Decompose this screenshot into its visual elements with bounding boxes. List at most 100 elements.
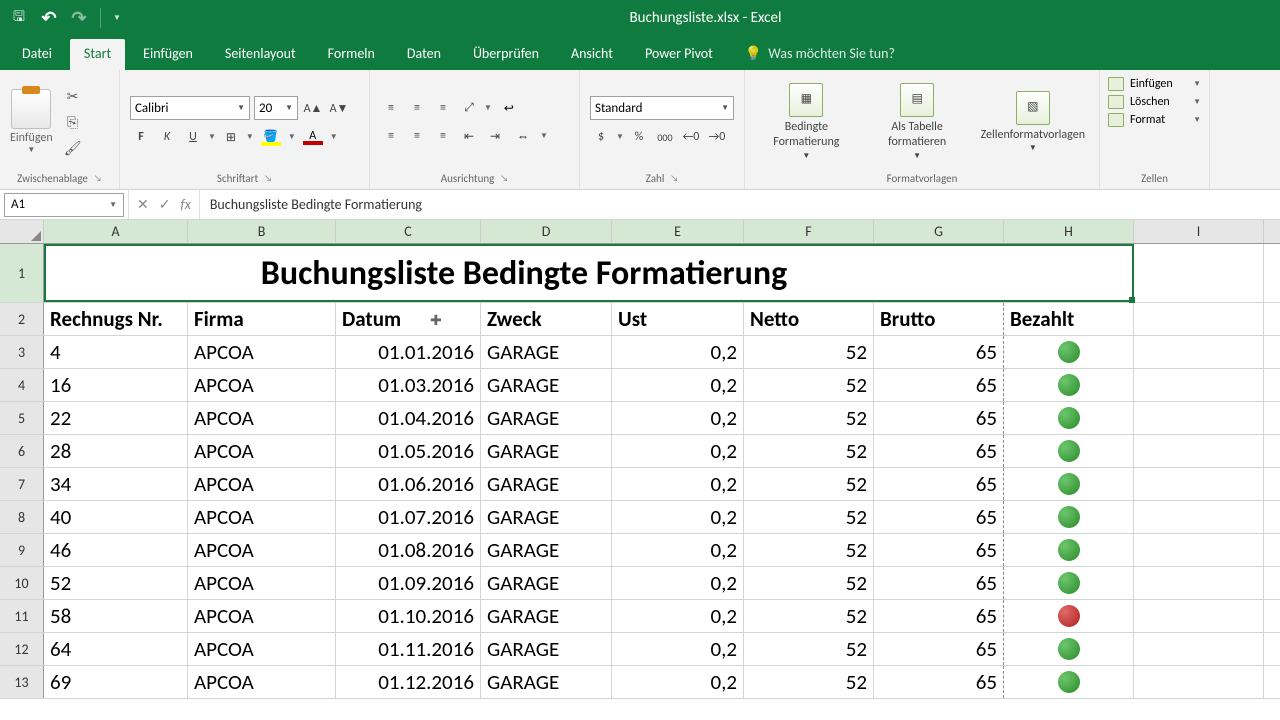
qat-dropdown-icon[interactable]: ▼: [113, 13, 121, 23]
tab-data[interactable]: Daten: [393, 39, 455, 70]
header-brutto[interactable]: Brutto: [874, 303, 1004, 335]
row-header-6[interactable]: 6: [0, 435, 44, 467]
cell-brutto-13[interactable]: 65: [874, 666, 1004, 698]
conditional-format-button[interactable]: ▦ Bedingte Formatierung▼: [751, 81, 862, 164]
column-header-C[interactable]: C: [336, 220, 481, 243]
cell-zweck-11[interactable]: GARAGE: [481, 600, 612, 632]
cell-zweck-10[interactable]: GARAGE: [481, 567, 612, 599]
cell-zweck-5[interactable]: GARAGE: [481, 402, 612, 434]
cell-firma-8[interactable]: APCOA: [188, 501, 336, 533]
tell-me[interactable]: 💡 Was möchten Sie tun?: [731, 39, 909, 70]
cell-ust-11[interactable]: 0,2: [612, 600, 744, 632]
cell-H1[interactable]: [1004, 244, 1134, 302]
cell-zweck-7[interactable]: GARAGE: [481, 468, 612, 500]
cell-datum-6[interactable]: 01.05.2016: [336, 435, 481, 467]
cell-ust-3[interactable]: 0,2: [612, 336, 744, 368]
cell-brutto-4[interactable]: 65: [874, 369, 1004, 401]
percent-icon[interactable]: %: [628, 126, 650, 148]
cut-icon[interactable]: ✂: [61, 85, 85, 107]
cell-nr-9[interactable]: 46: [44, 534, 188, 566]
align-top-icon[interactable]: ≡: [380, 97, 402, 119]
cell-datum-13[interactable]: 01.12.2016: [336, 666, 481, 698]
row-header-7[interactable]: 7: [0, 468, 44, 500]
comma-icon[interactable]: 000: [654, 126, 676, 148]
cell-bezahlt-9[interactable]: [1004, 534, 1134, 566]
clipboard-expand-icon[interactable]: ↘: [94, 173, 102, 184]
italic-button[interactable]: K: [156, 126, 178, 148]
cell-netto-10[interactable]: 52: [744, 567, 874, 599]
cell-bezahlt-8[interactable]: [1004, 501, 1134, 533]
number-format-combo[interactable]: Standard▼: [590, 96, 734, 120]
tab-review[interactable]: Überprüfen: [459, 39, 553, 70]
cell-I6[interactable]: [1134, 435, 1264, 467]
cell-I9[interactable]: [1134, 534, 1264, 566]
cell-ust-7[interactable]: 0,2: [612, 468, 744, 500]
cell-brutto-8[interactable]: 65: [874, 501, 1004, 533]
cell-I7[interactable]: [1134, 468, 1264, 500]
accept-formula-icon[interactable]: ✓: [159, 196, 171, 213]
cell-ust-4[interactable]: 0,2: [612, 369, 744, 401]
align-expand-icon[interactable]: ↘: [500, 173, 508, 184]
align-middle-icon[interactable]: ≡: [406, 97, 428, 119]
cell-ust-10[interactable]: 0,2: [612, 567, 744, 599]
decrease-decimal-icon[interactable]: →0: [706, 126, 728, 148]
cell-I13[interactable]: [1134, 666, 1264, 698]
tab-insert[interactable]: Einfügen: [129, 39, 207, 70]
cell-I10[interactable]: [1134, 567, 1264, 599]
copy-icon[interactable]: ⎘: [61, 111, 85, 133]
cell-bezahlt-13[interactable]: [1004, 666, 1134, 698]
select-all-corner[interactable]: [0, 220, 44, 243]
row-header-3[interactable]: 3: [0, 336, 44, 368]
merge-button[interactable]: ⇔: [510, 125, 536, 147]
header-zweck[interactable]: Zweck: [481, 303, 612, 335]
font-size-combo[interactable]: 20▼: [254, 96, 298, 120]
cell-nr-5[interactable]: 22: [44, 402, 188, 434]
cell-datum-11[interactable]: 01.10.2016: [336, 600, 481, 632]
cell-bezahlt-5[interactable]: [1004, 402, 1134, 434]
cell-firma-3[interactable]: APCOA: [188, 336, 336, 368]
cell-zweck-9[interactable]: GARAGE: [481, 534, 612, 566]
cell-I2[interactable]: [1134, 303, 1264, 335]
header-netto[interactable]: Netto: [744, 303, 874, 335]
cell-netto-13[interactable]: 52: [744, 666, 874, 698]
cell-netto-3[interactable]: 52: [744, 336, 874, 368]
tab-formulas[interactable]: Formeln: [314, 39, 389, 70]
column-header-D[interactable]: D: [481, 220, 612, 243]
cell-I1[interactable]: [1134, 244, 1264, 302]
cell-firma-5[interactable]: APCOA: [188, 402, 336, 434]
column-header-E[interactable]: E: [612, 220, 744, 243]
row-header-8[interactable]: 8: [0, 501, 44, 533]
cell-nr-7[interactable]: 34: [44, 468, 188, 500]
cell-netto-12[interactable]: 52: [744, 633, 874, 665]
align-center-icon[interactable]: ≡: [406, 125, 428, 147]
name-box[interactable]: A1▼: [4, 193, 124, 217]
tab-file[interactable]: Datei: [8, 39, 66, 70]
cell-netto-11[interactable]: 52: [744, 600, 874, 632]
row-header-11[interactable]: 11: [0, 600, 44, 632]
cell-bezahlt-11[interactable]: [1004, 600, 1134, 632]
cell-zweck-6[interactable]: GARAGE: [481, 435, 612, 467]
row-header-12[interactable]: 12: [0, 633, 44, 665]
cell-datum-10[interactable]: 01.09.2016: [336, 567, 481, 599]
cell-brutto-10[interactable]: 65: [874, 567, 1004, 599]
cell-datum-7[interactable]: 01.06.2016: [336, 468, 481, 500]
header-firma[interactable]: Firma: [188, 303, 336, 335]
indent-decrease-icon[interactable]: ⇤: [458, 125, 480, 147]
cell-brutto-9[interactable]: 65: [874, 534, 1004, 566]
format-as-table-button[interactable]: ▤ Als Tabelle formatieren▼: [862, 81, 973, 164]
cell-bezahlt-6[interactable]: [1004, 435, 1134, 467]
row-header-13[interactable]: 13: [0, 666, 44, 698]
cell-brutto-5[interactable]: 65: [874, 402, 1004, 434]
cell-nr-8[interactable]: 40: [44, 501, 188, 533]
cell-ust-13[interactable]: 0,2: [612, 666, 744, 698]
column-header-B[interactable]: B: [188, 220, 336, 243]
cell-firma-12[interactable]: APCOA: [188, 633, 336, 665]
cell-title[interactable]: Buchungsliste Bedingte Formatierung: [44, 244, 1004, 302]
column-header-I[interactable]: I: [1134, 220, 1264, 243]
tab-powerpivot[interactable]: Power Pivot: [631, 39, 727, 70]
cell-brutto-6[interactable]: 65: [874, 435, 1004, 467]
cell-bezahlt-3[interactable]: [1004, 336, 1134, 368]
cell-zweck-13[interactable]: GARAGE: [481, 666, 612, 698]
font-expand-icon[interactable]: ↘: [264, 173, 272, 184]
align-bottom-icon[interactable]: ≡: [432, 97, 454, 119]
